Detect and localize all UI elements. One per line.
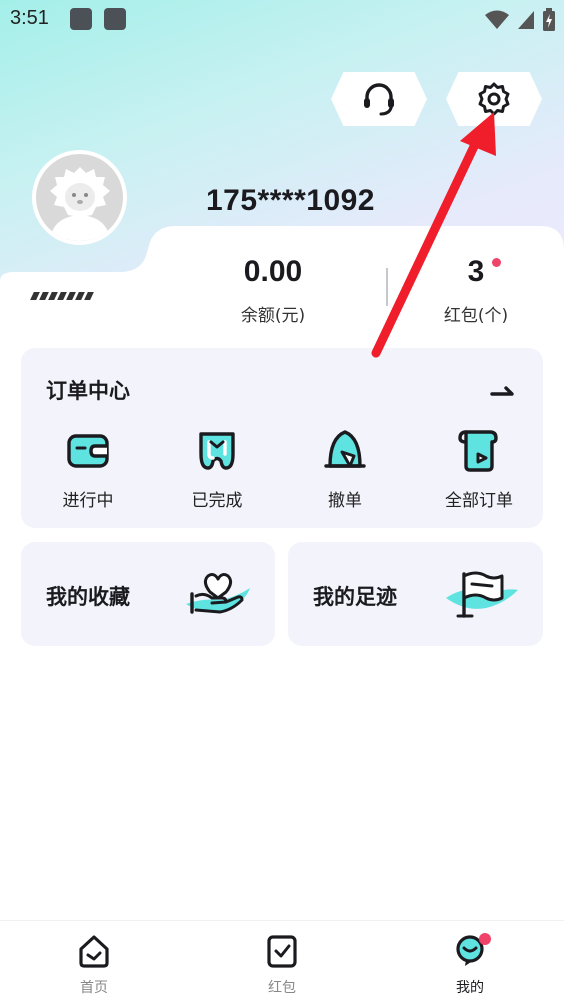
home-icon <box>79 935 109 968</box>
notification-icon <box>104 8 126 30</box>
status-time: 3:51 <box>10 7 49 29</box>
order-item-label: 已完成 <box>191 491 243 511</box>
bottom-navigation: 首页 红包 我的 <box>0 920 564 1004</box>
signal-icon <box>518 11 534 29</box>
nav-label: 红包 <box>268 980 296 996</box>
nav-redpacket[interactable]: 红包 <box>232 933 332 997</box>
profile-badge-dot <box>479 933 491 945</box>
order-item-label: 全部订单 <box>445 491 513 511</box>
default-avatar-icon <box>49 167 110 241</box>
avatar[interactable] <box>32 150 127 245</box>
nav-profile[interactable]: 我的 <box>420 933 520 997</box>
favorites-label: 我的收藏 <box>46 585 130 609</box>
redpacket-stat[interactable]: 3 红包(个) <box>406 252 546 326</box>
order-cancelled[interactable]: 撤单 <box>290 428 400 511</box>
balance-value: 0.00 <box>243 255 303 288</box>
flag-icon <box>446 571 518 618</box>
balance-label: 余额(元) <box>240 306 306 326</box>
gear-icon <box>478 82 510 116</box>
tooth-check-icon <box>199 432 235 470</box>
user-phone-number: 175****1092 <box>206 184 375 217</box>
stat-divider <box>386 268 388 306</box>
footprints-label: 我的足迹 <box>313 585 397 609</box>
scroll-icon <box>458 430 498 472</box>
battery-icon <box>543 8 555 31</box>
order-item-label: 进行中 <box>62 491 114 511</box>
order-item-label: 撤单 <box>328 491 362 511</box>
nav-label: 我的 <box>456 980 484 996</box>
notification-icon <box>70 8 92 30</box>
redpacket-badge-dot <box>492 258 501 267</box>
order-all[interactable]: 全部订单 <box>424 428 534 511</box>
settings-button[interactable] <box>446 72 542 126</box>
hand-heart-icon <box>186 573 250 614</box>
balance-stat[interactable]: 0.00 余额(元) <box>203 252 343 326</box>
order-completed[interactable]: 已完成 <box>162 428 272 511</box>
status-bar: 3:51 <box>0 0 564 40</box>
redpacket-value: 3 <box>467 255 485 288</box>
redpacket-icon <box>267 935 297 968</box>
bell-return-icon <box>324 430 366 468</box>
nav-label: 首页 <box>80 980 108 996</box>
wifi-icon <box>485 10 509 29</box>
nav-home[interactable]: 首页 <box>44 933 144 997</box>
arrow-right-icon[interactable] <box>490 380 516 400</box>
headset-icon <box>364 83 394 116</box>
order-in-progress[interactable]: 进行中 <box>33 428 143 511</box>
order-center-title: 订单中心 <box>46 379 130 403</box>
decorative-stripes <box>30 292 94 300</box>
redpacket-label: 红包(个) <box>443 306 509 326</box>
status-indicators <box>484 8 556 32</box>
wallet-icon <box>67 434 109 468</box>
customer-service-button[interactable] <box>331 72 427 126</box>
